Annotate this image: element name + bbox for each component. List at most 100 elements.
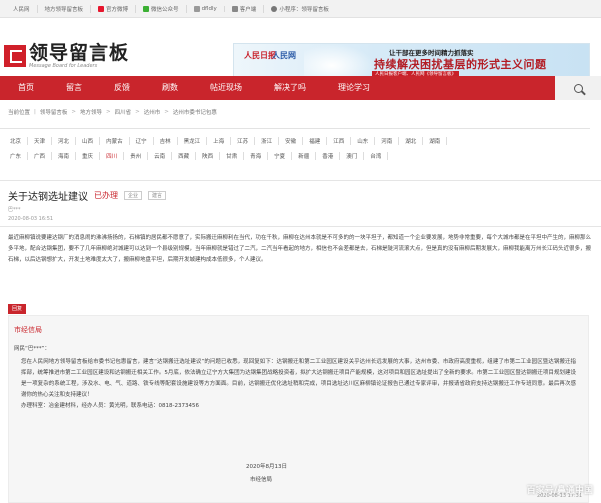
topbar-item-wechat[interactable]: 微信公众号 xyxy=(136,4,187,13)
region-link[interactable]: 青海 xyxy=(244,151,269,160)
category-tag[interactable]: 建言 xyxy=(148,191,167,200)
region-link[interactable]: 福建 xyxy=(303,136,328,145)
watermark: 百家号/鼻通中国 xyxy=(526,486,593,496)
wechat-icon xyxy=(143,5,150,12)
site-logo[interactable]: 领导留言板 Message Board for Leaders xyxy=(4,43,129,69)
logo-mark-icon xyxy=(4,45,26,67)
reply-body: 您在人民网地方领导留言板给市委书记包惠留言，建言“达钢搬迁选址建议”的问题已收悉… xyxy=(21,357,576,412)
post-title: 关于达钢选址建议 xyxy=(8,192,88,203)
region-link[interactable]: 吉林 xyxy=(154,136,178,145)
logo-title: 领导留言板 xyxy=(29,42,130,64)
breadcrumb-link[interactable]: 达州市 xyxy=(144,108,161,116)
top-utility-bar: 人民网 地方领导留言板 官方微博 微信公众号 dfldly 客户端 小程序：领导… xyxy=(0,0,601,18)
region-link[interactable]: 河南 xyxy=(375,136,400,145)
nav-item-home[interactable]: 首页 xyxy=(0,76,50,100)
breadcrumb: 当前位置 | 领导留言板 > 地方领导 > 四川省 > 达州市 > 达州市委书记包惠 xyxy=(8,108,217,116)
region-link[interactable]: 香港 xyxy=(316,151,341,160)
region-link[interactable]: 台湾 xyxy=(364,151,389,160)
topbar-label: dfldly xyxy=(201,5,217,12)
divider xyxy=(0,180,601,181)
region-link[interactable]: 重庆 xyxy=(76,151,101,160)
reply-label: 回复 xyxy=(8,304,27,314)
topbar-label: 小程序：领导留言板 xyxy=(279,6,329,13)
region-link[interactable]: 湖南 xyxy=(423,136,448,145)
region-link[interactable]: 辽宁 xyxy=(130,136,154,145)
reply-text: 您在人民网地方领导留言板给市委书记包惠留言，建言“达钢搬迁选址建议”的问题已收悉… xyxy=(21,359,576,398)
phone-icon xyxy=(231,5,238,12)
topbar-label: 微信公众号 xyxy=(151,6,179,13)
region-link[interactable]: 甘肃 xyxy=(220,151,245,160)
main-nav: 首页 留言 反馈 刷数 帖近现场 解决了吗 理论学习 xyxy=(0,76,601,100)
region-link[interactable]: 山西 xyxy=(76,136,101,145)
reply-recipient: 网民“巴***”： xyxy=(14,346,50,352)
region-link[interactable]: 安徽 xyxy=(279,136,304,145)
weibo-icon xyxy=(98,5,105,12)
region-link[interactable]: 黑龙江 xyxy=(178,136,208,145)
region-link[interactable]: 广西 xyxy=(28,151,53,160)
topbar-item-people-net[interactable]: 人民网 xyxy=(6,4,38,13)
banner-headline: 持续解决困扰基层的形式主义问题 xyxy=(374,58,547,71)
topbar-item-weibo[interactable]: 官方微博 xyxy=(91,4,137,13)
topbar-item-local-board[interactable]: 地方领导留言板 xyxy=(38,4,92,13)
topbar-label: 官方微博 xyxy=(106,6,129,13)
region-link[interactable]: 贵州 xyxy=(124,151,149,160)
status-badge: 已办理 xyxy=(94,191,118,200)
nav-item-study[interactable]: 理论学习 xyxy=(322,76,386,100)
region-link[interactable]: 上海 xyxy=(207,136,232,145)
region-link[interactable]: 内蒙古 xyxy=(100,136,130,145)
region-link[interactable]: 四川 xyxy=(100,151,125,160)
nav-item-onsite[interactable]: 帖近现场 xyxy=(194,76,258,100)
post-meta: 巴*** 2020-08-03 16:51 xyxy=(8,206,53,224)
region-link[interactable]: 西藏 xyxy=(172,151,197,160)
topbar-label: 地方领导留言板 xyxy=(44,6,84,13)
region-link[interactable]: 江苏 xyxy=(231,136,256,145)
region-link[interactable]: 云南 xyxy=(148,151,173,160)
region-link[interactable]: 湖北 xyxy=(399,136,424,145)
category-tag[interactable]: 企业 xyxy=(124,191,143,200)
breadcrumb-link[interactable]: 四川省 xyxy=(115,108,132,116)
breadcrumb-label: 当前位置 xyxy=(8,110,31,116)
search-icon xyxy=(573,83,583,93)
region-link[interactable]: 山东 xyxy=(351,136,376,145)
post-header: 关于达钢选址建议 已办理 企业 建言 xyxy=(8,188,167,203)
mini-program-icon xyxy=(271,5,278,12)
region-row: 北京 天津 河北 山西 内蒙古 辽宁 吉林 黑龙江 上海 江苏 浙江 安徽 福建 江西 山东 河南 湖北 湖南 xyxy=(10,133,590,148)
banner-brand-2: 人民网 xyxy=(272,51,296,60)
breadcrumb-link[interactable]: 地方领导 xyxy=(80,108,102,116)
topbar-item-mini-program[interactable]: 小程序：领导留言板 xyxy=(264,5,336,13)
topbar-item-client[interactable]: 客户端 xyxy=(225,4,265,13)
topbar-label: 人民网 xyxy=(13,6,30,13)
region-link[interactable]: 河北 xyxy=(52,136,77,145)
banner-decoration xyxy=(304,44,374,78)
region-link[interactable]: 宁夏 xyxy=(268,151,293,160)
region-selector: 北京 天津 河北 山西 内蒙古 辽宁 吉林 黑龙江 上海 江苏 浙江 安徽 福建 江西 山东 河南 湖北 湖南 广… xyxy=(0,128,590,167)
nav-item-solved[interactable]: 解决了吗 xyxy=(258,76,322,100)
region-link[interactable]: 新疆 xyxy=(292,151,317,160)
search-button[interactable] xyxy=(555,76,601,100)
region-link[interactable]: 陕西 xyxy=(196,151,221,160)
region-row: 广东 广西 海南 重庆 四川 贵州 云南 西藏 陕西 甘肃 青海 宁夏 新疆 香港 澳门 台湾 xyxy=(10,148,590,163)
region-link[interactable]: 澳门 xyxy=(340,151,365,160)
region-link[interactable]: 海南 xyxy=(52,151,77,160)
nav-item-data[interactable]: 刷数 xyxy=(146,76,194,100)
region-link[interactable]: 天津 xyxy=(28,136,53,145)
post-author: 巴*** xyxy=(8,207,21,213)
reply-signature: 市经信局 xyxy=(250,477,273,483)
topbar-item-app[interactable]: dfldly xyxy=(187,5,225,12)
reply-phone: 0818-2373456 xyxy=(158,403,199,409)
nav-item-feedback[interactable]: 反馈 xyxy=(98,76,146,100)
region-link[interactable]: 北京 xyxy=(10,136,29,145)
post-content: 最近麻柳镇说要建达钢厂的消息闹的沸沸扬扬的，石梯镇的居民都不愿意了，实际搬迁麻柳… xyxy=(8,235,592,264)
topbar-label: 客户端 xyxy=(239,6,257,13)
region-link[interactable]: 浙江 xyxy=(255,136,280,145)
breadcrumb-link[interactable]: 领导留言板 xyxy=(40,108,68,116)
breadcrumb-link[interactable]: 达州市委书记包惠 xyxy=(173,108,217,116)
region-link[interactable]: 江西 xyxy=(327,136,352,145)
reply-box: 市经信局 网民“巴***”： 您在人民网地方领导留言板给市委书记包惠留言，建言“… xyxy=(8,315,589,503)
region-link[interactable]: 广东 xyxy=(10,151,29,160)
nav-item-message[interactable]: 留言 xyxy=(50,76,98,100)
reply-date: 2020年8月13日 xyxy=(246,464,287,470)
reply-org: 市经信局 xyxy=(14,326,42,334)
app-icon xyxy=(193,5,200,12)
header-banner[interactable]: 人民日报 人民网 让干部在更多时间精力抓落实 持续解决困扰基层的形式主义问题 人… xyxy=(233,43,590,79)
